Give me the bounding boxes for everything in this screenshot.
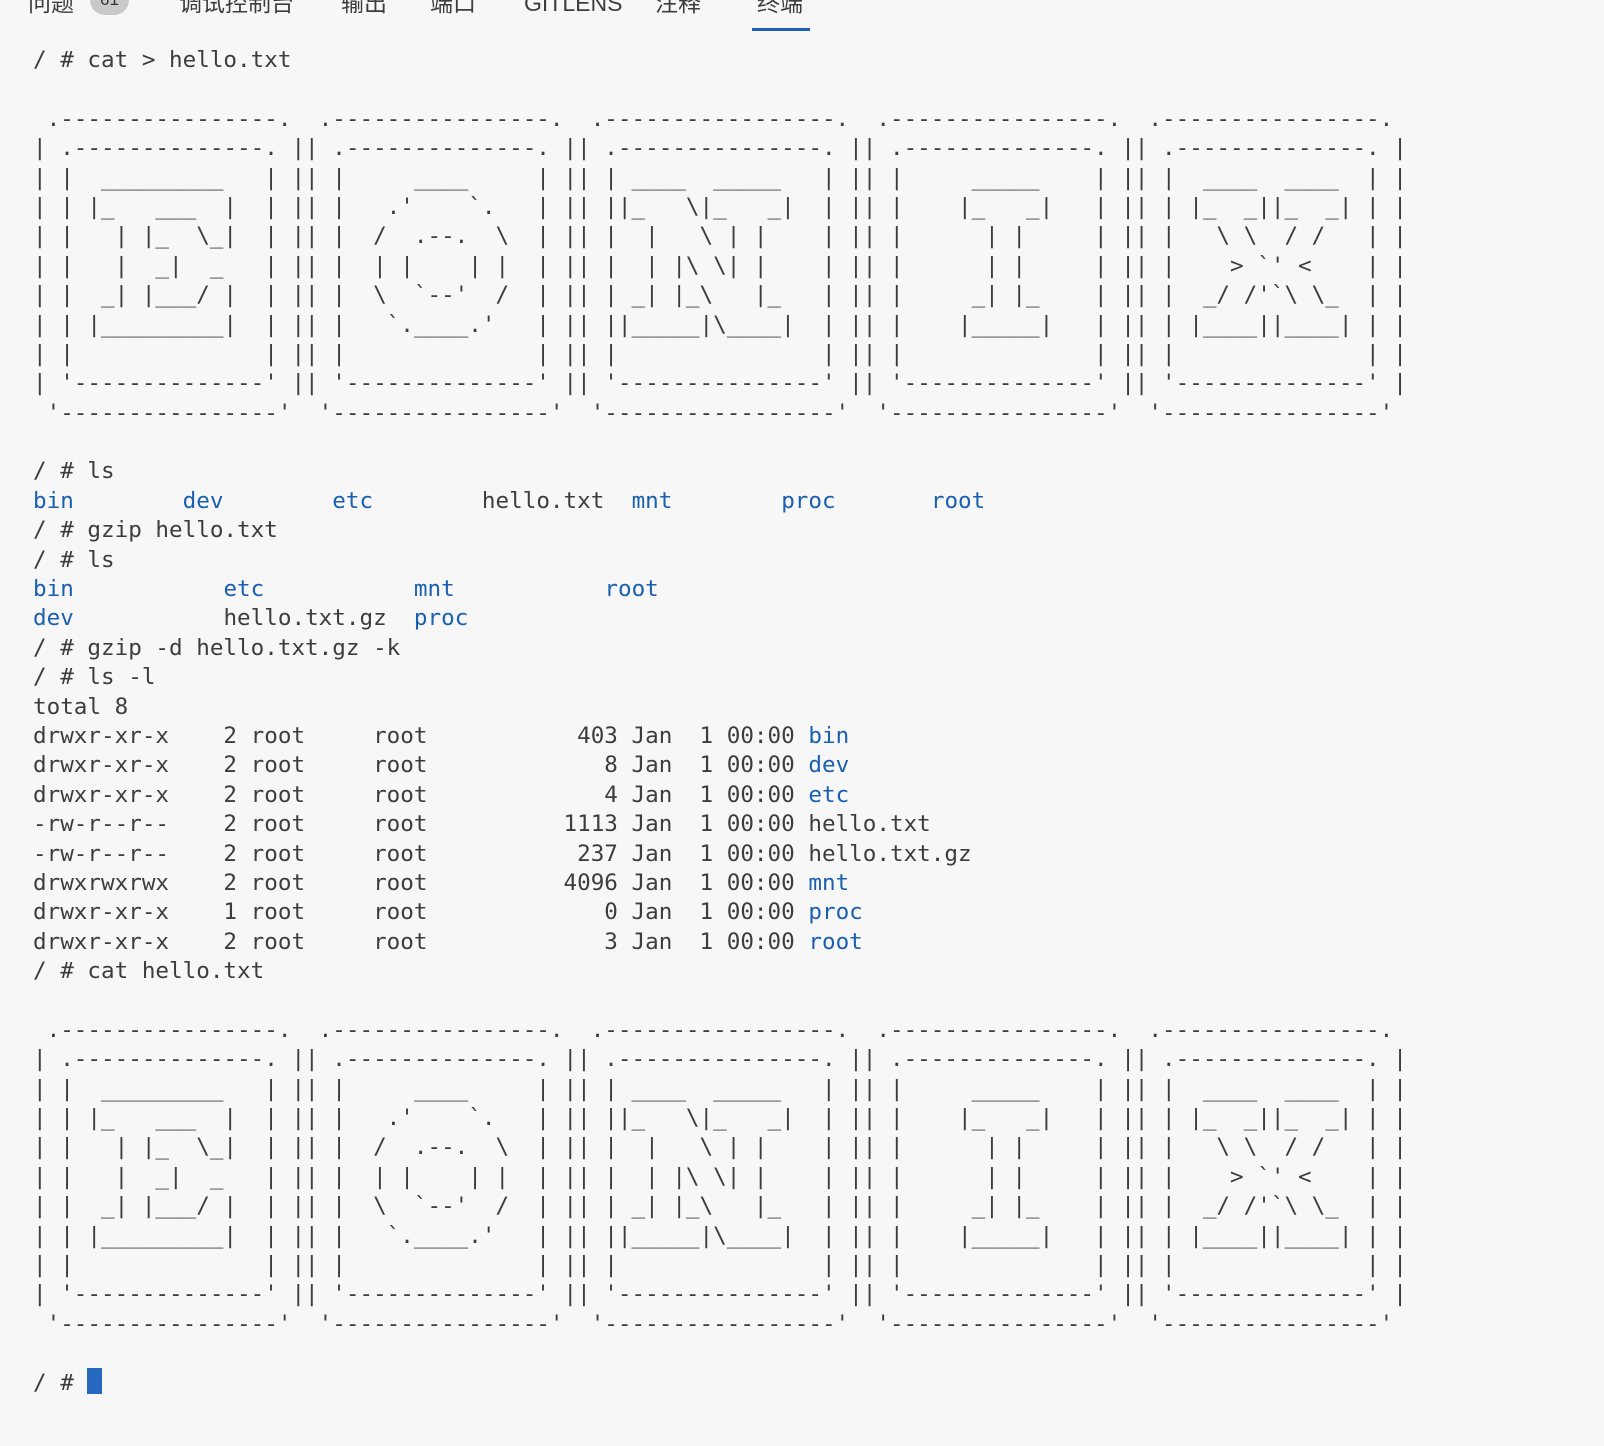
tab-output[interactable]: 输出 (341, 0, 387, 18)
directory-name: mnt (632, 488, 673, 514)
terminal-line: drwxr-xr-x 1 root root 0 Jan 1 00:00 pro… (33, 898, 1407, 927)
terminal-line: / # ls (33, 457, 1407, 486)
terminal-line: | | | || | | || | | || | | || | | | (33, 340, 1407, 369)
terminal-line: | | _| |___/ | | || | \ `--' / | || | _|… (33, 1192, 1407, 1221)
terminal-line: / # gzip -d hello.txt.gz -k (33, 634, 1407, 663)
terminal-line: drwxr-xr-x 2 root root 3 Jan 1 00:00 roo… (33, 928, 1407, 957)
terminal-line (33, 75, 1407, 104)
directory-name: dev (33, 605, 74, 631)
directory-name: bin (33, 576, 74, 602)
terminal-line: / # (33, 1369, 1407, 1398)
terminal-line: bin etc mnt root (33, 575, 1407, 604)
directory-name: proc (808, 899, 862, 925)
tab-problems[interactable]: 问题 (28, 0, 74, 18)
terminal-line: .----------------. .----------------. .-… (33, 105, 1407, 134)
terminal-line: / # gzip hello.txt (33, 516, 1407, 545)
tab-terminal[interactable]: 终端 (757, 0, 803, 18)
terminal-line: '----------------' '----------------' '-… (33, 399, 1407, 428)
terminal-line: | | | || | | || | | || | | || | | | (33, 1251, 1407, 1280)
terminal-line: | | | _| _ | || | | | | | | || | | |\ \|… (33, 1163, 1407, 1192)
terminal-line: | | | |_ \_| | || | / .--. \ | || | | \ … (33, 222, 1407, 251)
directory-name: proc (414, 605, 468, 631)
terminal-line: | .--------------. || .--------------. |… (33, 134, 1407, 163)
terminal-line: -rw-r--r-- 2 root root 237 Jan 1 00:00 h… (33, 840, 1407, 869)
directory-name: bin (33, 488, 74, 514)
terminal-line: | | |_________| | || | `.____.' | || ||_… (33, 311, 1407, 340)
active-tab-indicator (752, 28, 810, 31)
terminal-line: drwxrwxrwx 2 root root 4096 Jan 1 00:00 … (33, 869, 1407, 898)
terminal-line: | '--------------' || '--------------' |… (33, 1280, 1407, 1309)
terminal-line: -rw-r--r-- 2 root root 1113 Jan 1 00:00 … (33, 810, 1407, 839)
terminal-line: bin dev etc hello.txt mnt proc root (33, 487, 1407, 516)
tab-ports[interactable]: 端口 (430, 0, 476, 18)
terminal-line: | '--------------' || '--------------' |… (33, 369, 1407, 398)
panel-tab-bar: 问题 61 调试控制台 输出 端口 GITLENS 注释 终端 (0, 0, 1604, 40)
directory-name: root (808, 929, 862, 955)
directory-name: etc (223, 576, 264, 602)
terminal-line: drwxr-xr-x 2 root root 403 Jan 1 00:00 b… (33, 722, 1407, 751)
terminal-line: | | |_________| | || | `.____.' | || ||_… (33, 1222, 1407, 1251)
terminal-line: drwxr-xr-x 2 root root 4 Jan 1 00:00 etc (33, 781, 1407, 810)
terminal-cursor (87, 1368, 102, 1394)
terminal-line: / # cat > hello.txt (33, 46, 1407, 75)
terminal-line: | | |_ ___ | | || | .' `. | || ||_ \|_ _… (33, 1104, 1407, 1133)
terminal-line (33, 987, 1407, 1016)
terminal-line: / # ls -l (33, 663, 1407, 692)
terminal-line (33, 1339, 1407, 1368)
terminal-line: total 8 (33, 693, 1407, 722)
terminal-line: / # ls (33, 546, 1407, 575)
problems-count-badge: 61 (90, 0, 129, 15)
terminal-line: | .--------------. || .--------------. |… (33, 1045, 1407, 1074)
tab-debug-console[interactable]: 调试控制台 (179, 0, 294, 18)
directory-name: dev (183, 488, 224, 514)
terminal-line: dev hello.txt.gz proc (33, 604, 1407, 633)
tab-comments[interactable]: 注释 (655, 0, 701, 18)
terminal-line: drwxr-xr-x 2 root root 8 Jan 1 00:00 dev (33, 751, 1407, 780)
directory-name: dev (808, 752, 849, 778)
directory-name: proc (781, 488, 835, 514)
terminal-line (33, 428, 1407, 457)
directory-name: mnt (414, 576, 455, 602)
terminal-line: | | | _| _ | || | | | | | | || | | |\ \|… (33, 252, 1407, 281)
terminal-line: | | |_ ___ | | || | .' `. | || ||_ \|_ _… (33, 193, 1407, 222)
terminal-line: .----------------. .----------------. .-… (33, 1016, 1407, 1045)
directory-name: bin (808, 723, 849, 749)
terminal-line: / # cat hello.txt (33, 957, 1407, 986)
terminal-line: '----------------' '----------------' '-… (33, 1310, 1407, 1339)
terminal-line: | | | |_ \_| | || | / .--. \ | || | | \ … (33, 1133, 1407, 1162)
terminal-line: | | _| |___/ | | || | \ `--' / | || | _|… (33, 281, 1407, 310)
directory-name: root (931, 488, 985, 514)
tab-gitlens[interactable]: GITLENS (524, 0, 622, 18)
terminal-line: | | _________ | || | ____ | || | ____ __… (33, 164, 1407, 193)
directory-name: etc (808, 782, 849, 808)
directory-name: root (604, 576, 658, 602)
directory-name: etc (332, 488, 373, 514)
directory-name: mnt (808, 870, 849, 896)
terminal-output[interactable]: / # cat > hello.txt .----------------. .… (33, 46, 1407, 1398)
terminal-line: | | _________ | || | ____ | || | ____ __… (33, 1075, 1407, 1104)
